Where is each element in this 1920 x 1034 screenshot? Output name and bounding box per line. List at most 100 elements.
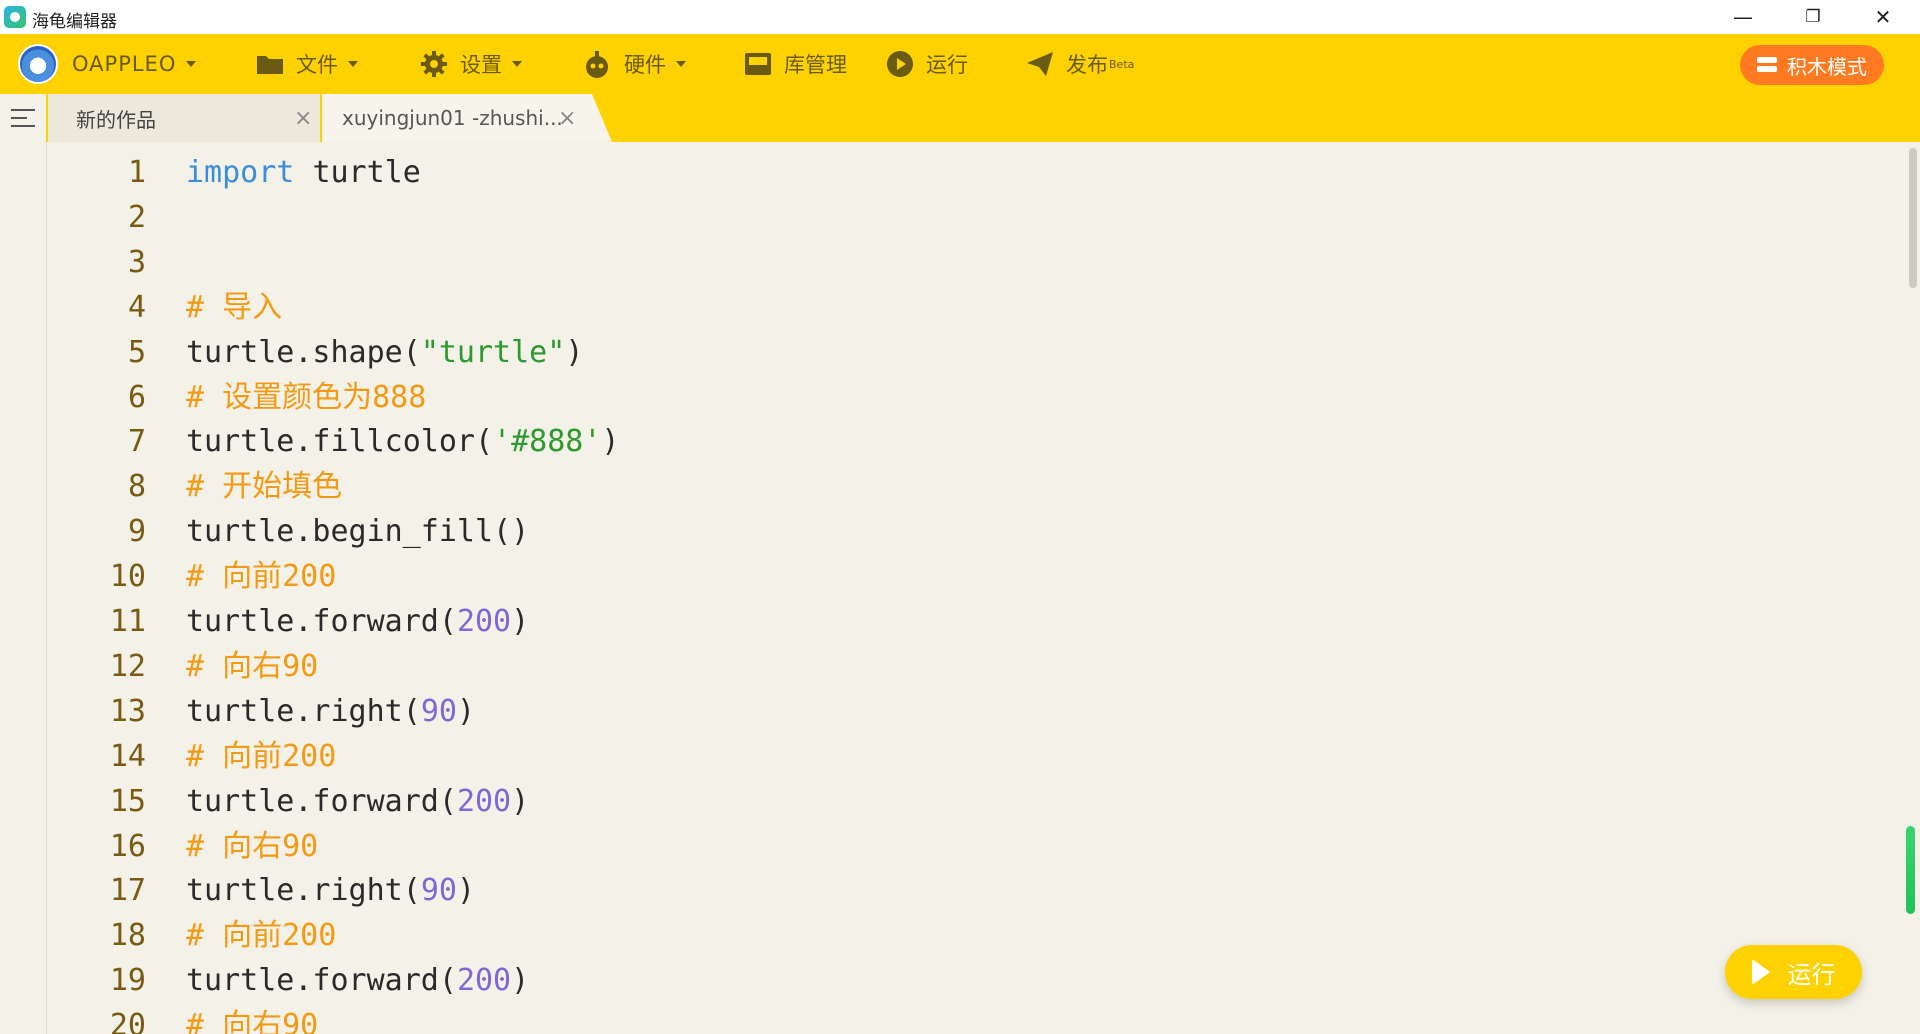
code-token: 200 (456, 604, 512, 639)
menu-icon (11, 109, 35, 127)
code-line[interactable]: 16 # 向右90 (0, 824, 1900, 869)
chevron-down-icon (512, 61, 522, 67)
code-token: turtle (312, 155, 421, 190)
code-text: # 向右90 (186, 824, 318, 869)
code-line[interactable]: 9 turtle.begin_fill() (0, 509, 1900, 554)
menu-library-label: 库管理 (784, 53, 847, 77)
line-number: 20 (109, 1008, 146, 1034)
scrollbar-thumb[interactable] (1909, 148, 1917, 288)
code-line[interactable]: 12 # 向右90 (0, 644, 1900, 689)
tab-new-work[interactable]: 新的作品 × (48, 94, 320, 142)
line-number: 13 (109, 693, 146, 729)
menu-run[interactable]: 运行 (886, 46, 968, 82)
line-number: 1 (127, 155, 146, 190)
code-line[interactable]: 10 # 向前200 (0, 554, 1900, 599)
robot-icon (586, 51, 608, 78)
tab-bar: 新的作品 × xuyingjun01 -zhushi... × (0, 94, 1920, 142)
code-token: turtle.forward( (186, 783, 457, 819)
code-text: # 向右90 (186, 644, 318, 689)
menu-hardware[interactable]: 硬件 (582, 46, 686, 82)
block-mode-label: 积木模式 (1787, 54, 1867, 79)
block-mode-button[interactable]: 积木模式 (1740, 45, 1884, 85)
code-text: turtle.shape("turtle") (186, 330, 583, 375)
run-button-label: 运行 (1787, 960, 1836, 989)
code-token: import (186, 155, 295, 190)
code-line[interactable]: 13 turtle.right(90) (0, 689, 1900, 734)
code-token: turtle.forward( (186, 604, 457, 639)
code-token: ) (456, 873, 475, 909)
code-token: # 设置颜色为888 (186, 379, 427, 415)
folder-icon (257, 56, 283, 74)
line-number: 5 (127, 334, 146, 370)
menu-run-label: 运行 (926, 53, 968, 77)
close-button[interactable]: ✕ (1860, 0, 1906, 34)
code-token: # 导入 (186, 289, 283, 325)
menu-settings[interactable]: 设置 (420, 46, 522, 82)
code-line[interactable]: 11 turtle.forward(200) (0, 599, 1900, 644)
restore-button[interactable]: ❐ (1790, 0, 1836, 34)
code-token: ) (511, 604, 530, 639)
run-button[interactable]: 运行 (1725, 945, 1862, 999)
code-text: turtle.forward(200) (186, 958, 529, 1003)
code-token: 200 (456, 963, 512, 999)
code-line[interactable]: 18 # 向前200 (0, 913, 1900, 958)
tab-label: xuyingjun01 -zhushi... (342, 106, 563, 130)
code-token: 90 (420, 693, 457, 729)
code-text: # 设置颜色为888 (186, 375, 426, 420)
code-text: turtle.begin_fill() (186, 509, 529, 554)
code-token: # 向前200 (186, 559, 337, 595)
title-bar: 海龟编辑器 — ❐ ✕ (0, 0, 1920, 34)
chevron-down-icon (676, 61, 686, 67)
menu-library[interactable]: 库管理 (744, 46, 847, 82)
scroll-position-indicator (1906, 826, 1915, 914)
code-token: # 向右90 (186, 648, 319, 684)
code-token: ) (456, 693, 475, 729)
code-token: # 向前200 (186, 918, 337, 954)
code-token: turtle.shape( (186, 334, 421, 370)
code-token: turtle.fillcolor( (186, 424, 494, 460)
window-title: 海龟编辑器 (32, 12, 117, 32)
avatar (18, 44, 58, 84)
code-line[interactable]: 6 # 设置颜色为888 (0, 375, 1900, 420)
gear-icon (421, 51, 447, 77)
code-line[interactable]: 19 turtle.forward(200) (0, 958, 1900, 1003)
sidebar-toggle-button[interactable] (0, 94, 46, 142)
code-line[interactable]: 3 (0, 240, 1900, 285)
line-number: 2 (127, 199, 146, 235)
tab-active-file[interactable]: xuyingjun01 -zhushi... × (322, 94, 612, 142)
code-line[interactable]: 1 import turtle (0, 150, 1900, 195)
code-text: # 向前200 (186, 554, 336, 599)
code-line[interactable]: 4 # 导入 (0, 285, 1900, 330)
code-line[interactable]: 14 # 向前200 (0, 734, 1900, 779)
close-tab-icon[interactable]: × (558, 106, 576, 131)
code-token: ) (511, 963, 530, 999)
user-name: OAPPLEO (72, 52, 177, 76)
code-line[interactable]: 7 turtle.fillcolor('#888') (0, 419, 1900, 464)
code-line[interactable]: 5 turtle.shape("turtle") (0, 330, 1900, 375)
code-text: # 向前200 (186, 913, 336, 958)
code-token: turtle.forward( (186, 963, 457, 999)
code-line[interactable]: 17 turtle.right(90) (0, 868, 1900, 913)
code-line[interactable]: 20 # 向右90 (0, 1003, 1900, 1034)
menu-bar: OAPPLEO 文件 设置 硬件 库管理 运行 发布 Beta 积木模式 (0, 34, 1920, 94)
user-menu[interactable]: OAPPLEO (18, 42, 197, 86)
code-editor[interactable]: 1 import turtle 2 3 4 # 导入 5 turtle.shape("turt… (0, 142, 1920, 1034)
minimize-button[interactable]: — (1720, 0, 1766, 34)
chevron-down-icon (348, 61, 358, 67)
code-token: ) (511, 783, 530, 819)
code-token: 90 (420, 873, 457, 909)
line-number: 9 (127, 514, 146, 550)
line-number: 11 (109, 604, 146, 639)
play-circle-icon (887, 51, 913, 77)
line-number: 17 (109, 873, 146, 909)
code-line[interactable]: 15 turtle.forward(200) (0, 779, 1900, 824)
code-line[interactable]: 2 (0, 195, 1900, 240)
line-number: 7 (127, 424, 146, 460)
code-token: # 向右90 (186, 1008, 319, 1034)
code-line[interactable]: 8 # 开始填色 (0, 464, 1900, 509)
code-token: "turtle" (420, 334, 566, 370)
menu-publish[interactable]: 发布 Beta (1026, 46, 1134, 82)
menu-publish-label: 发布 (1066, 53, 1108, 77)
close-tab-icon[interactable]: × (294, 106, 312, 131)
menu-file[interactable]: 文件 (256, 46, 358, 82)
